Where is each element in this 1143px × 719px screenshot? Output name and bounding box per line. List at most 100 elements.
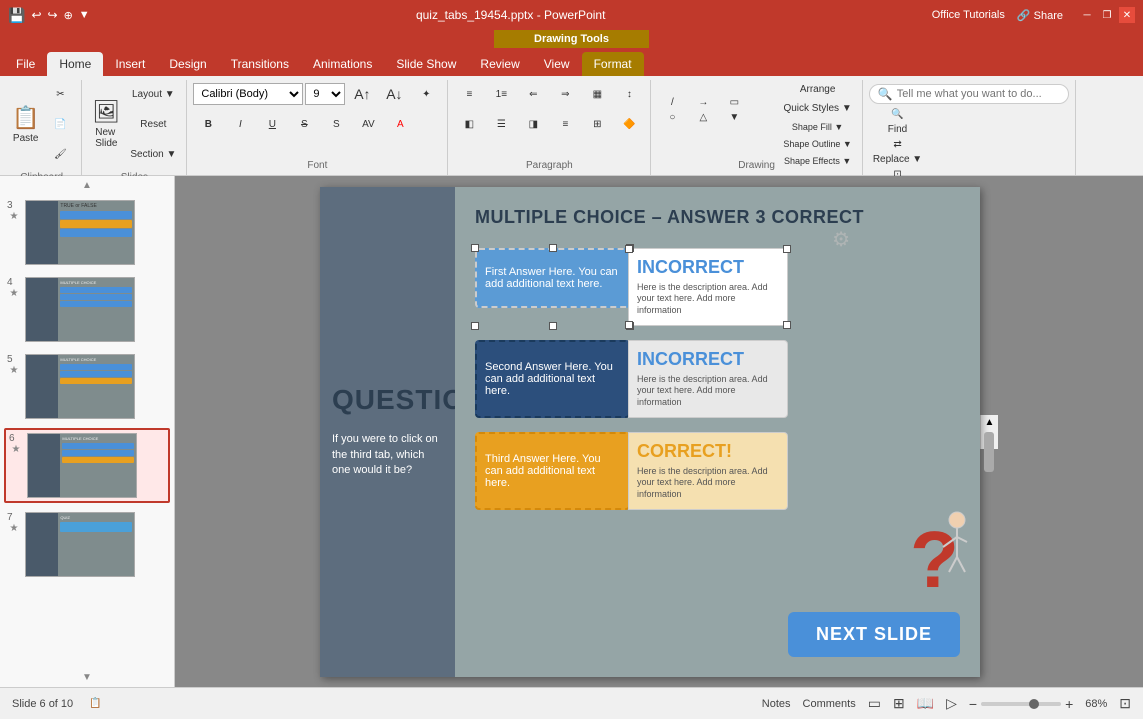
decrease-font-btn[interactable]: A↓ [379,80,409,108]
scroll-thumb[interactable] [984,432,994,472]
result-box-2[interactable]: INCORRECT Here is the description area. … [628,340,788,418]
tell-me-input[interactable] [897,88,1057,100]
slide-thumb-7-img[interactable]: QUIZ [25,512,135,577]
comments-button[interactable]: Comments [803,698,856,710]
right-scrollbar[interactable]: ▲ ▼ [980,415,998,449]
section-button[interactable]: Section ▼ [126,140,180,168]
shape-circle[interactable]: ○ [657,111,687,125]
font-size-selector[interactable]: 9 [305,83,345,105]
underline-btn[interactable]: U [257,110,287,138]
shape-arrow[interactable]: → [688,96,718,110]
minimize-btn[interactable]: ─ [1079,7,1095,23]
strikethrough-btn[interactable]: S [289,110,319,138]
zoom-in-btn[interactable]: + [1065,696,1073,712]
slide-thumb-6-img[interactable]: MULTIPLE CHOICE [27,433,137,498]
copy-button[interactable]: 📄 [45,110,75,138]
find-button[interactable]: 🔍Find [869,108,926,136]
smartart-btn[interactable]: 🔶 [614,110,644,138]
answer-row-3[interactable]: Third Answer Here. You can add additiona… [475,432,960,510]
undo-icon[interactable]: ↩ [31,8,41,22]
result-box-1[interactable]: INCORRECT Here is the description area. … [628,248,788,326]
shape-line[interactable]: / [657,96,687,110]
italic-btn[interactable]: I [225,110,255,138]
answer-box-2[interactable]: Second Answer Here. You can add addition… [475,340,630,418]
slide-sorter-btn[interactable]: ⊞ [893,695,905,712]
font-selector[interactable]: Calibri (Body) [193,83,303,105]
answer-box-1[interactable]: First Answer Here. You can add additiona… [475,248,630,308]
tab-animations[interactable]: Animations [301,52,384,76]
slide-thumb-3-img[interactable]: TRUE or FALSE [25,200,135,265]
shape-fill-button[interactable]: Shape Fill ▼ [779,119,855,135]
scroll-down-btn[interactable]: ▼ [4,672,170,683]
slide-thumb-5[interactable]: 5 ★ MULTIPLE CHOICE [4,351,170,422]
notes-button[interactable]: Notes [762,698,791,710]
scroll-up-canvas[interactable]: ▲ [983,415,997,430]
paste-button[interactable]: 📋 Paste [8,94,43,154]
arrange-button[interactable]: Arrange [779,80,855,98]
restore-btn[interactable]: ❐ [1099,7,1115,23]
tell-me-box[interactable]: 🔍 [869,84,1069,104]
zoom-out-btn[interactable]: − [969,696,977,712]
normal-view-btn[interactable]: ▭ [868,695,881,712]
shape-more[interactable]: ▼ [719,111,749,125]
tab-transitions[interactable]: Transitions [219,52,301,76]
justify-btn[interactable]: ≡ [550,110,580,138]
numbering-btn[interactable]: 1≡ [486,80,516,108]
tab-design[interactable]: Design [157,52,218,76]
slide-thumb-4[interactable]: 4 ★ MULTIPLE CHOICE [4,274,170,345]
redo-icon[interactable]: ↪ [48,8,58,22]
clear-format-btn[interactable]: ✦ [411,80,441,108]
result-box-3[interactable]: CORRECT! Here is the description area. A… [628,432,788,510]
tab-review[interactable]: Review [468,52,531,76]
bold-btn[interactable]: B [193,110,223,138]
zoom-level[interactable]: 68% [1077,698,1107,710]
quick-styles-button[interactable]: Quick Styles ▼ [779,99,855,117]
scroll-up-btn[interactable]: ▲ [4,180,170,191]
answer-box-3[interactable]: Third Answer Here. You can add additiona… [475,432,630,510]
customize-icon[interactable]: ▼ [79,9,90,21]
slide-thumb-6[interactable]: 6 ★ MULTIPLE CHOICE [4,428,170,503]
cut-button[interactable]: ✂ [45,80,75,108]
align-center-btn[interactable]: ☰ [486,110,516,138]
reading-view-btn[interactable]: 📖 [917,695,934,712]
share-btn[interactable]: 🔗 Share [1017,9,1063,22]
next-slide-button[interactable]: NEXT SLIDE [788,612,960,657]
layout-button[interactable]: Layout ▼ [126,80,180,108]
shape-effects-button[interactable]: Shape Effects ▼ [779,153,855,169]
slide-thumb-4-img[interactable]: MULTIPLE CHOICE [25,277,135,342]
zoom-slider[interactable] [981,702,1061,706]
align-right-btn[interactable]: ◨ [518,110,548,138]
slide-thumb-5-img[interactable]: MULTIPLE CHOICE [25,354,135,419]
tab-home[interactable]: Home [47,52,103,76]
charspacing-btn[interactable]: AV [353,110,383,138]
textalign-btn[interactable]: ⊞ [582,110,612,138]
tab-slideshow[interactable]: Slide Show [384,52,468,76]
align-left-btn[interactable]: ◧ [454,110,484,138]
shape-rect[interactable]: ▭ [719,96,749,110]
tab-view[interactable]: View [532,52,582,76]
office-tutorials[interactable]: Office Tutorials [932,9,1005,21]
replace-button[interactable]: ⇄Replace ▼ [869,138,926,166]
fit-slide-btn[interactable]: ⊡ [1119,695,1131,712]
slide-info-icon[interactable]: 📋 [89,698,101,709]
reset-button[interactable]: Reset [126,110,180,138]
answer-row-2[interactable]: Second Answer Here. You can add addition… [475,340,960,418]
recover-icon[interactable]: ⊕ [64,9,73,22]
columns-btn[interactable]: ▦ [582,80,612,108]
shape-triangle[interactable]: △ [688,111,718,125]
save-icon[interactable]: 💾 [8,7,25,24]
fontcolor-btn[interactable]: A [385,110,415,138]
tab-insert[interactable]: Insert [103,52,157,76]
shape-outline-button[interactable]: Shape Outline ▼ [779,136,855,152]
tab-file[interactable]: File [4,52,47,76]
increase-font-btn[interactable]: A↑ [347,80,377,108]
close-btn[interactable]: ✕ [1119,7,1135,23]
decrease-indent-btn[interactable]: ⇐ [518,80,548,108]
slideshow-btn[interactable]: ▷ [946,695,957,712]
format-painter-button[interactable]: 🖌 [45,140,75,168]
tab-format[interactable]: Format [582,52,644,76]
shadow-btn[interactable]: S [321,110,351,138]
bullets-btn[interactable]: ≡ [454,80,484,108]
linespacing-btn[interactable]: ↕ [614,80,644,108]
answer-row-1[interactable]: First Answer Here. You can add additiona… [475,248,960,326]
